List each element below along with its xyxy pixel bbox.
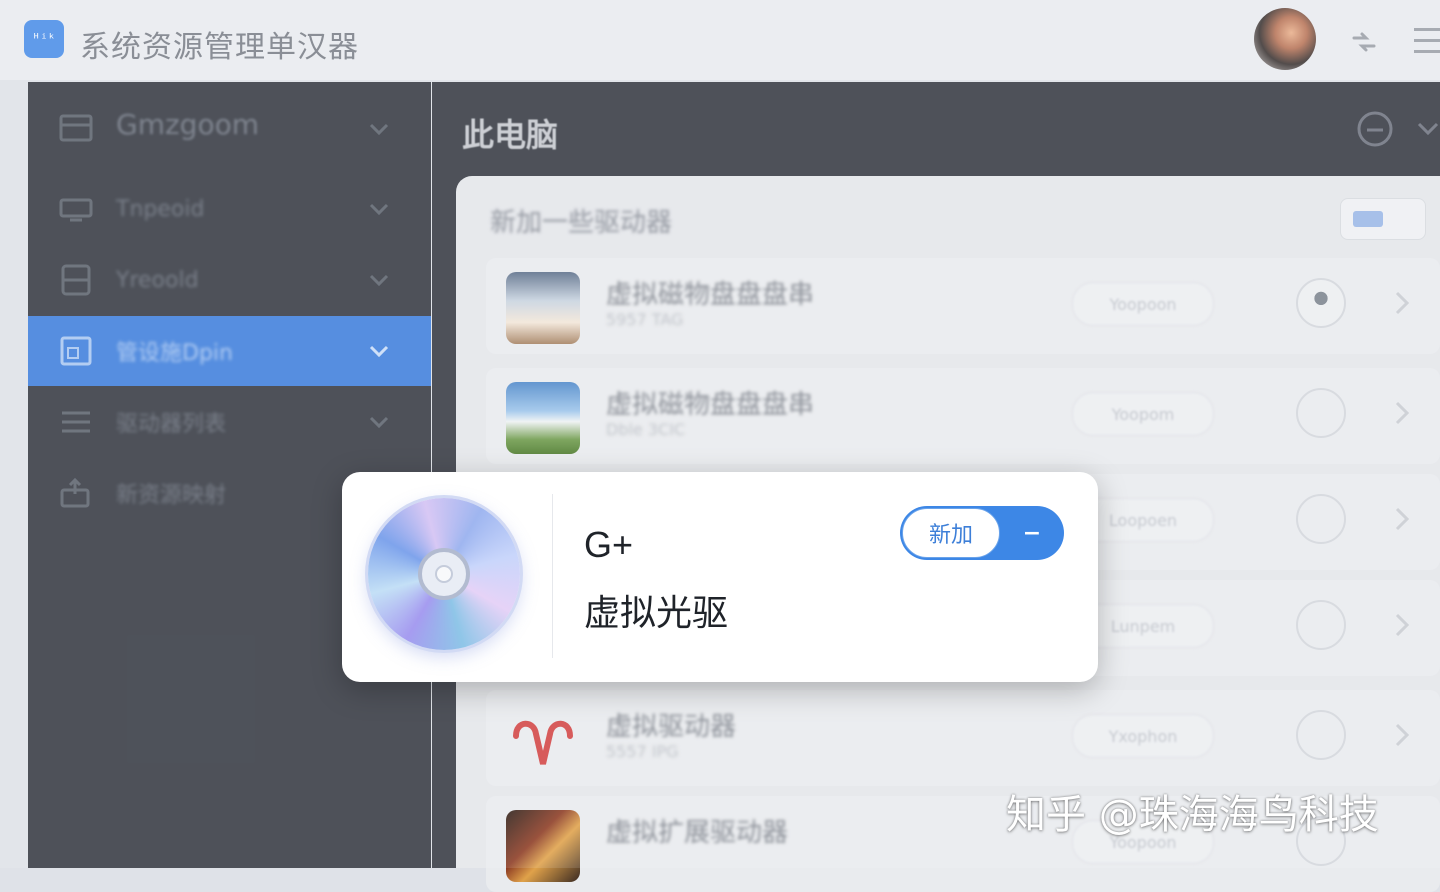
drive-row-title: 虚拟磁物盘盘盘串: [606, 390, 815, 420]
drive-icon: [61, 264, 91, 296]
chevron-right-icon[interactable]: [1390, 398, 1414, 428]
drive-row-title: 虚拟扩展驱动器: [606, 818, 789, 848]
drive-name: 虚拟光驱: [584, 593, 729, 634]
sidebar-item-3[interactable]: 管设施Dpin: [28, 316, 431, 386]
sidebar-item-label: Yreoold: [116, 267, 199, 293]
sidebar-header[interactable]: Gmzgoom: [28, 82, 431, 172]
app-logo-icon: ᴴⁱᵏ: [24, 20, 64, 58]
monitor-icon: [59, 198, 93, 222]
chevron-down-icon[interactable]: [366, 338, 392, 364]
list-icon: [62, 411, 90, 433]
drive-letter: G+: [584, 524, 634, 565]
drive-row-title: 虚拟驱动器: [606, 712, 737, 742]
app-title: 系统资源管理单汉器: [80, 30, 359, 65]
drive-row-action[interactable]: Yxophon: [1072, 714, 1214, 758]
status-circle[interactable]: [1296, 388, 1346, 438]
divider: [552, 494, 553, 658]
drive-row-action[interactable]: Yoopoon: [1072, 282, 1214, 326]
section-title: 新加一些驱动器: [490, 208, 673, 238]
sidebar-item-label: Tnpeoid: [116, 196, 205, 222]
export-icon: [60, 477, 90, 508]
sync-icon[interactable]: [1346, 24, 1382, 60]
grid-view-icon: [1353, 211, 1383, 227]
emoji-icon[interactable]: [1356, 110, 1394, 148]
title-bar: ᴴⁱᵏ 系统资源管理单汉器: [0, 0, 1440, 80]
user-avatar[interactable]: [1254, 8, 1316, 70]
sidebar-item-label: 管设施Dpin: [116, 341, 233, 366]
add-drive-toggle[interactable]: 新加 −: [900, 506, 1064, 560]
poster-thumbnail: [506, 810, 580, 882]
drive-row[interactable]: 虚拟磁物盘盘盘串 5957 TAG Yoopoon: [486, 258, 1440, 354]
drive-row-subtitle: 5957 TAG: [606, 310, 684, 329]
sidebar-item-label: 驱动器列表: [116, 412, 227, 437]
drive-row-subtitle: Dble 3CIC: [606, 420, 686, 439]
drive-row[interactable]: 虚拟磁物盘盘盘串 Dble 3CIC Yoopom: [486, 368, 1440, 464]
chevron-down-icon[interactable]: [366, 409, 392, 435]
chevron-down-icon[interactable]: [1416, 116, 1440, 140]
page-title: 此电脑: [462, 116, 559, 154]
view-toggle[interactable]: [1340, 198, 1426, 240]
add-button[interactable]: 新加: [902, 508, 1000, 558]
disc-hole: [435, 565, 453, 583]
watermark: 知乎 @珠海海鸟科技: [1006, 792, 1379, 838]
image-icon: [60, 336, 92, 366]
chevron-down-icon[interactable]: [366, 267, 392, 293]
drive-row-title: 虚拟磁物盘盘盘串: [606, 280, 815, 310]
chevron-right-icon[interactable]: [1390, 720, 1414, 750]
sidebar-item-2[interactable]: Yreoold: [28, 245, 431, 315]
hamburger-menu-icon[interactable]: [1408, 20, 1440, 60]
drive-row-subtitle: 5557 IPG: [606, 742, 679, 761]
sidebar-header-label: Gmzgoom: [116, 108, 259, 141]
chevron-right-icon[interactable]: [1390, 610, 1414, 640]
sidebar-item-4[interactable]: 驱动器列表: [28, 387, 431, 457]
remove-button[interactable]: −: [1012, 514, 1052, 552]
status-circle[interactable]: [1296, 600, 1346, 650]
chevron-right-icon[interactable]: [1390, 288, 1414, 318]
landscape-thumbnail: [506, 382, 580, 454]
virtual-drive-popup: G+ 虚拟光驱 新加 −: [342, 472, 1098, 682]
sidebar-item-1[interactable]: Tnpeoid: [28, 174, 431, 244]
chevron-down-icon[interactable]: [366, 196, 392, 222]
chevron-down-icon[interactable]: [366, 116, 392, 142]
chevron-right-icon[interactable]: [1390, 504, 1414, 534]
user-status-icon[interactable]: [1296, 278, 1346, 328]
ram-logo-thumbnail: [513, 720, 573, 765]
sidebar-item-label: 新资源映射: [116, 483, 227, 508]
cd-disc-icon: [368, 498, 520, 650]
drive-row[interactable]: 虚拟驱动器 5557 IPG Yxophon: [486, 690, 1440, 786]
folder-icon: [59, 114, 93, 142]
building-thumbnail: [506, 272, 580, 344]
status-circle[interactable]: [1296, 494, 1346, 544]
disc-hub: [418, 548, 470, 600]
drive-row-action[interactable]: Yoopom: [1072, 392, 1214, 436]
status-circle[interactable]: [1296, 710, 1346, 760]
